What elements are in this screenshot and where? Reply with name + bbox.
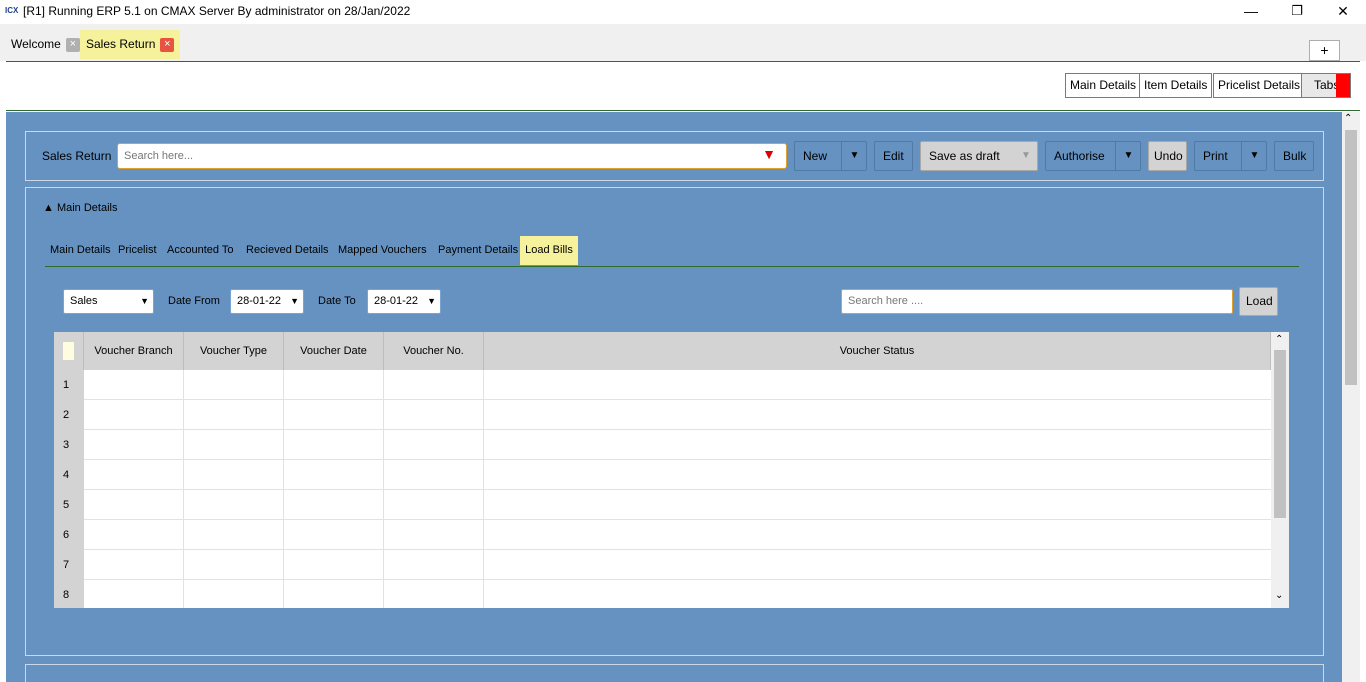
save-as-draft-button[interactable]: Save as draft ▼: [920, 141, 1038, 171]
authorise-button[interactable]: Authorise ▼: [1045, 141, 1141, 171]
table-row[interactable]: 2: [54, 400, 1271, 430]
col-voucher-branch[interactable]: Voucher Branch: [84, 332, 184, 370]
print-button[interactable]: Print ▼: [1194, 141, 1267, 171]
tab-main-details[interactable]: Main Details: [50, 236, 111, 265]
date-to-value: 28-01-22: [374, 295, 419, 307]
new-label: New: [803, 149, 828, 163]
col-voucher-date[interactable]: Voucher Date: [284, 332, 384, 370]
col-voucher-status[interactable]: Voucher Status: [484, 332, 1271, 370]
col-voucher-type[interactable]: Voucher Type: [184, 332, 284, 370]
chevron-down-icon: ▼: [427, 296, 436, 306]
undo-button[interactable]: Undo: [1148, 141, 1187, 171]
date-to-field[interactable]: 28-01-22 ▼: [367, 289, 441, 314]
tab-divider: [45, 266, 1299, 267]
window-title: [R1] Running ERP 5.1 on CMAX Server By a…: [23, 4, 411, 18]
bulk-button[interactable]: Bulk: [1274, 141, 1314, 171]
row-number: 1: [54, 370, 84, 400]
date-to-label: Date To: [318, 295, 356, 307]
print-label: Print: [1203, 149, 1228, 163]
table-row[interactable]: 7: [54, 550, 1271, 580]
type-value: Sales: [70, 295, 98, 307]
row-number: 7: [54, 550, 84, 580]
scroll-up-icon[interactable]: ⌃: [1275, 334, 1283, 345]
chevron-down-icon[interactable]: ▼: [1013, 142, 1039, 170]
grid-scroll-thumb[interactable]: [1274, 350, 1286, 518]
table-row[interactable]: 5: [54, 490, 1271, 520]
table-row[interactable]: 4: [54, 460, 1271, 490]
row-number: 5: [54, 490, 84, 520]
app-icon: ICX: [5, 6, 19, 15]
table-row[interactable]: 1: [54, 370, 1271, 400]
tab-mapped-vouchers[interactable]: Mapped Vouchers: [338, 236, 427, 265]
document-tab-strip: [0, 24, 1366, 61]
bills-search-input[interactable]: Search here ....: [841, 289, 1233, 314]
tabs-button[interactable]: Tabs: [1301, 73, 1351, 98]
chevron-down-icon[interactable]: ▼: [1115, 142, 1141, 170]
close-icon[interactable]: ×: [160, 37, 175, 52]
tab-load-bills[interactable]: Load Bills: [520, 236, 578, 265]
edit-button[interactable]: Edit: [874, 141, 913, 171]
scroll-down-icon[interactable]: ⌄: [1275, 590, 1283, 601]
search-placeholder: Search here...: [124, 150, 194, 162]
panel-title[interactable]: ▲ Main Details: [43, 202, 117, 214]
next-panel: [25, 664, 1324, 682]
scroll-thumb[interactable]: [1345, 130, 1357, 385]
date-from-field[interactable]: 28-01-22 ▼: [230, 289, 304, 314]
chevron-down-icon[interactable]: ▼: [841, 142, 867, 170]
select-all-header[interactable]: [54, 332, 84, 370]
date-from-label: Date From: [168, 295, 220, 307]
authorise-label: Authorise: [1054, 149, 1105, 163]
tab-label: Welcome: [11, 37, 61, 51]
load-button[interactable]: Load: [1239, 287, 1278, 316]
col-voucher-no[interactable]: Voucher No.: [384, 332, 484, 370]
tab-welcome[interactable]: Welcome ×: [5, 30, 86, 59]
table-row[interactable]: 6: [54, 520, 1271, 550]
tab-recieved-details[interactable]: Recieved Details: [246, 236, 329, 265]
pricelist-details-button[interactable]: Pricelist Details: [1213, 73, 1306, 98]
search-placeholder: Search here ....: [848, 295, 924, 307]
tab-accounted-to[interactable]: Accounted To: [167, 236, 233, 265]
voucher-search-input[interactable]: Search here... ▼: [117, 143, 787, 169]
row-number: 8: [54, 580, 84, 608]
form-label: Sales Return: [42, 149, 112, 163]
select-all-checkbox[interactable]: [63, 342, 74, 360]
chevron-down-icon: ▼: [140, 296, 149, 306]
table-row[interactable]: 3: [54, 430, 1271, 460]
row-number: 6: [54, 520, 84, 550]
tab-payment-details[interactable]: Payment Details: [438, 236, 518, 265]
voucher-type-select[interactable]: Sales ▼: [63, 289, 154, 314]
red-marker: [1336, 74, 1350, 97]
close-icon[interactable]: ×: [65, 37, 80, 52]
table-row[interactable]: 8: [54, 580, 1271, 608]
main-details-button[interactable]: Main Details: [1065, 73, 1142, 98]
restore-button[interactable]: ❐: [1274, 0, 1320, 22]
row-number: 2: [54, 400, 84, 430]
close-window-button[interactable]: ✕: [1320, 0, 1366, 22]
tab-sales-return[interactable]: Sales Return ×: [80, 30, 181, 59]
save-draft-label: Save as draft: [929, 149, 1000, 163]
scroll-up-icon[interactable]: ⌃: [1344, 113, 1352, 124]
date-from-value: 28-01-22: [237, 295, 282, 307]
row-number: 3: [54, 430, 84, 460]
add-tab-button[interactable]: +: [1309, 40, 1340, 61]
item-details-button[interactable]: Item Details: [1139, 73, 1213, 98]
bills-grid: Voucher Branch Voucher Type Voucher Date…: [54, 332, 1289, 608]
chevron-down-icon[interactable]: ▼: [1241, 142, 1267, 170]
minimize-button[interactable]: —: [1228, 0, 1274, 22]
dropdown-icon[interactable]: ▼: [762, 146, 776, 162]
row-number: 4: [54, 460, 84, 490]
tab-pricelist[interactable]: Pricelist: [118, 236, 157, 265]
new-button[interactable]: New ▼: [794, 141, 867, 171]
tab-label: Sales Return: [86, 37, 156, 51]
chevron-down-icon: ▼: [290, 296, 299, 306]
